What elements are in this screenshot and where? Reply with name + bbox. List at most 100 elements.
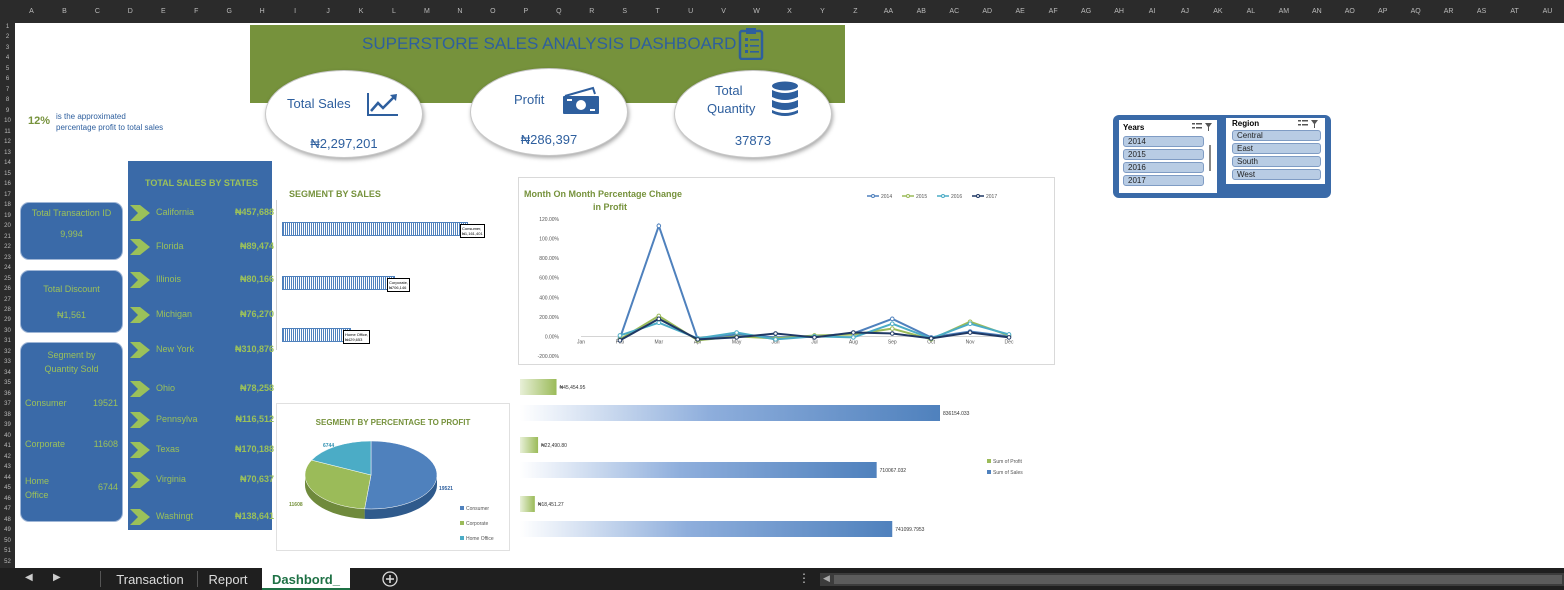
column-header[interactable]: AA — [872, 0, 905, 23]
column-header[interactable]: AR — [1432, 0, 1465, 23]
row-header[interactable]: 35 — [0, 380, 15, 387]
row-header[interactable]: 41 — [0, 443, 15, 450]
column-header[interactable]: K — [345, 0, 378, 23]
column-header[interactable]: AQ — [1399, 0, 1432, 23]
column-header[interactable]: AM — [1267, 0, 1300, 23]
column-header[interactable]: T — [641, 0, 674, 23]
row-header[interactable]: 40 — [0, 433, 15, 440]
row-header[interactable]: 38 — [0, 412, 15, 419]
column-header[interactable]: V — [707, 0, 740, 23]
column-header[interactable]: P — [509, 0, 542, 23]
years-slicer-scrollbar[interactable] — [1209, 145, 1211, 171]
column-header[interactable]: I — [279, 0, 312, 23]
multiselect-icon[interactable] — [1191, 122, 1213, 132]
year-filter-item[interactable]: 2016 — [1123, 162, 1204, 173]
segment-sales-bar[interactable] — [282, 222, 468, 236]
segment-sales-bar[interactable] — [282, 276, 395, 290]
row-header[interactable]: 31 — [0, 338, 15, 345]
row-header[interactable]: 33 — [0, 359, 15, 366]
row-header[interactable]: 37 — [0, 401, 15, 408]
row-header[interactable]: 21 — [0, 234, 15, 241]
row-header[interactable]: 36 — [0, 391, 15, 398]
column-header[interactable]: Z — [839, 0, 872, 23]
column-header[interactable]: G — [213, 0, 246, 23]
column-header[interactable]: Q — [542, 0, 575, 23]
column-header[interactable]: AT — [1498, 0, 1531, 23]
region-filter-item[interactable]: East — [1232, 143, 1321, 154]
column-header[interactable]: N — [443, 0, 476, 23]
row-header[interactable]: 4 — [0, 55, 15, 62]
column-header[interactable]: F — [180, 0, 213, 23]
tab-transaction[interactable]: Transaction — [104, 568, 196, 590]
column-header[interactable]: C — [81, 0, 114, 23]
mom-profit-chart[interactable]: Month On Month Percentage Change in Profi… — [518, 177, 1055, 365]
row-header[interactable]: 44 — [0, 475, 15, 482]
year-filter-item[interactable]: 2017 — [1123, 175, 1204, 186]
row-header[interactable]: 51 — [0, 548, 15, 555]
column-header[interactable]: O — [476, 0, 509, 23]
column-header[interactable]: AG — [1070, 0, 1103, 23]
row-header[interactable]: 13 — [0, 150, 15, 157]
column-header[interactable]: AU — [1531, 0, 1564, 23]
column-header[interactable]: W — [740, 0, 773, 23]
row-header[interactable]: 24 — [0, 265, 15, 272]
row-header[interactable]: 26 — [0, 286, 15, 293]
year-filter-item[interactable]: 2014 — [1123, 136, 1204, 147]
profit-sales-chart[interactable]: ₦45,454.95 ₦22,490.80 ₦18,451.27 836154.033… — [515, 370, 1035, 550]
row-header[interactable]: 15 — [0, 171, 15, 178]
row-header[interactable]: 29 — [0, 317, 15, 324]
segment-sales-bar[interactable] — [282, 328, 351, 342]
row-header[interactable]: 25 — [0, 276, 15, 283]
row-header[interactable]: 9 — [0, 108, 15, 115]
row-header[interactable]: 17 — [0, 192, 15, 199]
row-header[interactable]: 42 — [0, 454, 15, 461]
column-header[interactable]: AB — [905, 0, 938, 23]
row-header[interactable]: 49 — [0, 527, 15, 534]
column-header[interactable]: A — [15, 0, 48, 23]
row-header[interactable]: 11 — [0, 129, 15, 136]
horizontal-scrollbar[interactable]: ◀ — [820, 573, 1564, 586]
column-header[interactable]: AO — [1333, 0, 1366, 23]
column-header[interactable]: J — [312, 0, 345, 23]
column-header[interactable]: AH — [1103, 0, 1136, 23]
column-header[interactable]: L — [378, 0, 411, 23]
year-filter-item[interactable]: 2015 — [1123, 149, 1204, 160]
row-header[interactable]: 50 — [0, 538, 15, 545]
row-header[interactable]: 19 — [0, 213, 15, 220]
row-header[interactable]: 48 — [0, 517, 15, 524]
scrollbar-thumb[interactable] — [834, 575, 1562, 584]
column-header[interactable]: AJ — [1169, 0, 1202, 23]
row-header[interactable]: 46 — [0, 496, 15, 503]
column-header[interactable]: AD — [971, 0, 1004, 23]
column-header[interactable]: E — [147, 0, 180, 23]
column-header[interactable]: D — [114, 0, 147, 23]
row-header[interactable]: 43 — [0, 464, 15, 471]
column-header[interactable]: AF — [1037, 0, 1070, 23]
row-header[interactable]: 27 — [0, 297, 15, 304]
row-header[interactable]: 39 — [0, 422, 15, 429]
row-header[interactable]: 45 — [0, 485, 15, 492]
region-filter-item[interactable]: South — [1232, 156, 1321, 167]
more-options-icon[interactable]: ⋮ — [798, 571, 810, 585]
region-filter-item[interactable]: Central — [1232, 130, 1321, 141]
row-header[interactable]: 34 — [0, 370, 15, 377]
column-header[interactable]: AE — [1004, 0, 1037, 23]
row-header[interactable]: 8 — [0, 97, 15, 104]
clear-filter-icon[interactable] — [1297, 119, 1319, 129]
row-header[interactable]: 18 — [0, 202, 15, 209]
region-filter-item[interactable]: West — [1232, 169, 1321, 180]
prev-sheet-icon[interactable]: ◀ — [25, 572, 33, 583]
row-header[interactable]: 1 — [0, 24, 15, 31]
column-header[interactable]: U — [674, 0, 707, 23]
column-header[interactable]: X — [773, 0, 806, 23]
column-header[interactable]: S — [608, 0, 641, 23]
column-header[interactable]: AK — [1201, 0, 1234, 23]
column-header[interactable]: H — [246, 0, 279, 23]
tab-report[interactable]: Report — [199, 568, 257, 590]
column-header[interactable]: AI — [1136, 0, 1169, 23]
row-header[interactable]: 10 — [0, 118, 15, 125]
row-header[interactable]: 22 — [0, 244, 15, 251]
row-header[interactable]: 6 — [0, 76, 15, 83]
column-header[interactable]: AS — [1465, 0, 1498, 23]
next-sheet-icon[interactable]: ▶ — [53, 572, 61, 583]
